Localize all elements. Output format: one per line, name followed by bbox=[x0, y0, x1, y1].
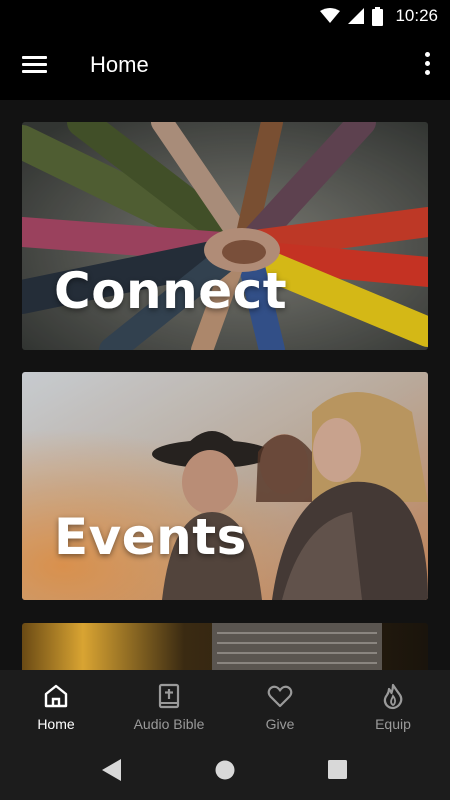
nav-equip[interactable]: Equip bbox=[357, 670, 429, 746]
heart-icon bbox=[267, 685, 293, 708]
nav-label-equip: Equip bbox=[375, 716, 411, 732]
nav-label-home: Home bbox=[37, 716, 75, 732]
signal-icon bbox=[348, 8, 365, 24]
bible-icon bbox=[158, 683, 180, 709]
nav-label-audio-bible: Audio Bible bbox=[133, 716, 205, 732]
back-icon[interactable] bbox=[101, 759, 121, 781]
home-content[interactable]: Connect Events bbox=[0, 100, 450, 670]
card-label-events: Events bbox=[54, 508, 247, 566]
home-circle-icon[interactable] bbox=[215, 760, 235, 780]
microphone-stage-photo bbox=[22, 623, 428, 670]
status-icons: 10:26 bbox=[320, 0, 438, 32]
status-time: 10:26 bbox=[395, 6, 438, 25]
nav-audio-bible[interactable]: Audio Bible bbox=[118, 670, 220, 746]
wifi-icon bbox=[320, 8, 341, 23]
nav-home[interactable]: Home bbox=[20, 670, 92, 746]
recents-icon[interactable] bbox=[328, 760, 347, 779]
home-icon bbox=[44, 684, 68, 708]
bottom-navigation: Home Audio Bible Give Equip bbox=[0, 670, 450, 746]
hamburger-menu-icon[interactable] bbox=[22, 54, 48, 76]
nav-give[interactable]: Give bbox=[244, 670, 316, 746]
app-bar: Home bbox=[0, 32, 450, 100]
status-bar: 10:26 bbox=[0, 0, 450, 32]
connect-card[interactable]: Connect bbox=[22, 122, 428, 350]
battery-icon bbox=[372, 6, 384, 26]
card-label-connect: Connect bbox=[54, 262, 288, 320]
more-vert-icon[interactable] bbox=[422, 52, 432, 78]
nav-label-give: Give bbox=[265, 716, 295, 732]
flame-icon bbox=[383, 683, 403, 710]
stage-card[interactable] bbox=[22, 623, 428, 670]
page-title: Home bbox=[90, 52, 149, 77]
system-navigation-bar bbox=[0, 746, 450, 800]
events-card[interactable]: Events bbox=[22, 372, 428, 600]
